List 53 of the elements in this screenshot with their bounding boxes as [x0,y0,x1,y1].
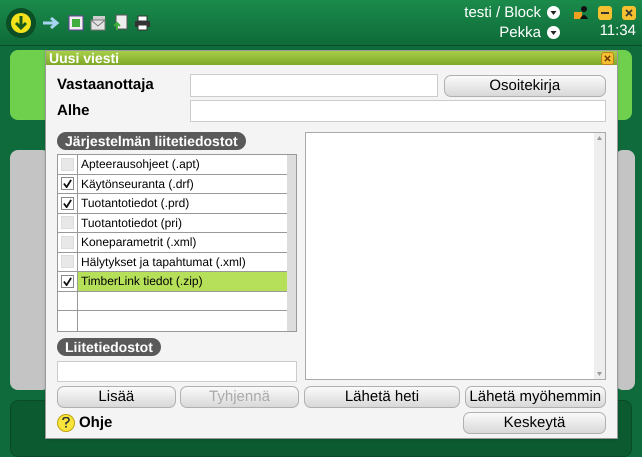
help-icon[interactable] [57,414,75,432]
section-heading: Järjestelmän liitetiedostot [57,132,246,150]
close-icon [625,8,633,16]
attachment-field[interactable] [57,360,297,382]
arrow-icon[interactable] [42,16,62,30]
list-item[interactable]: TimberLink tiedot (.zip) [58,272,287,292]
item-label: Käytönseuranta (.drf) [80,176,195,192]
download-icon[interactable] [6,8,36,38]
item-label: Tuotantotiedot (pri) [80,214,183,232]
list-item[interactable]: Koneparametrit (.xml) [58,233,287,252]
lock-user-icon[interactable] [574,5,588,20]
message-field[interactable] [304,132,606,380]
item-label: Koneparametrit (.xml) [80,234,198,251]
document-icon[interactable] [113,14,128,31]
item-label: TimberLink tiedot (.zip) [80,273,204,290]
list-item[interactable]: Tuotantotiedot (pri) [58,214,287,233]
recipient-field[interactable] [190,74,438,97]
checkmark-icon [63,276,72,286]
grid-icon[interactable] [68,14,84,30]
list-item[interactable]: Apteerausohjeet (.apt) [58,155,287,174]
close-button[interactable] [622,6,636,20]
dialog-title: Uusi viesti [49,51,120,65]
minimize-button[interactable] [598,6,612,20]
list-item[interactable]: Käytönseuranta (.drf) [58,174,287,194]
subject-field[interactable] [190,100,606,122]
action-button[interactable]: Lähetä heti [304,386,460,408]
item-label: Apteerausohjeet (.apt) [80,156,201,173]
account-label[interactable]: testi / Block [464,4,541,22]
item-label: Tuotantotiedot (.prd) [80,195,190,212]
field-label: Alhe [57,100,91,121]
checkbox[interactable] [61,274,74,288]
field-label: Vastaanottaja [57,75,155,96]
dropdown-icon[interactable] [547,26,560,39]
checkmark-icon [63,198,72,208]
mail-icon[interactable] [90,14,107,30]
dropdown-icon[interactable] [547,6,560,19]
section-heading: Liitetiedostot [57,338,161,356]
list-item[interactable]: Tuotantotiedot (.prd) [58,194,287,214]
close-button[interactable] [601,52,614,64]
address-book-button[interactable]: Osoitekirja [444,74,606,96]
printer-icon[interactable] [134,14,151,30]
item-label: Hälytykset ja tapahtumat (.xml) [80,254,247,270]
cancel-button[interactable]: Keskeytä [463,412,606,434]
clock: 11:34 [600,22,636,40]
list-item[interactable]: Hälytykset ja tapahtumat (.xml) [58,252,287,272]
action-button[interactable]: Lisää [57,386,176,408]
checkmark-icon [63,179,72,188]
operator-label[interactable]: Pekka [499,24,541,42]
help-link[interactable]: Ohje [79,412,112,434]
checkbox[interactable] [61,177,74,190]
close-icon [604,54,611,62]
action-button[interactable]: Lähetä myöhemmin [464,386,606,408]
checkbox[interactable] [61,196,74,210]
